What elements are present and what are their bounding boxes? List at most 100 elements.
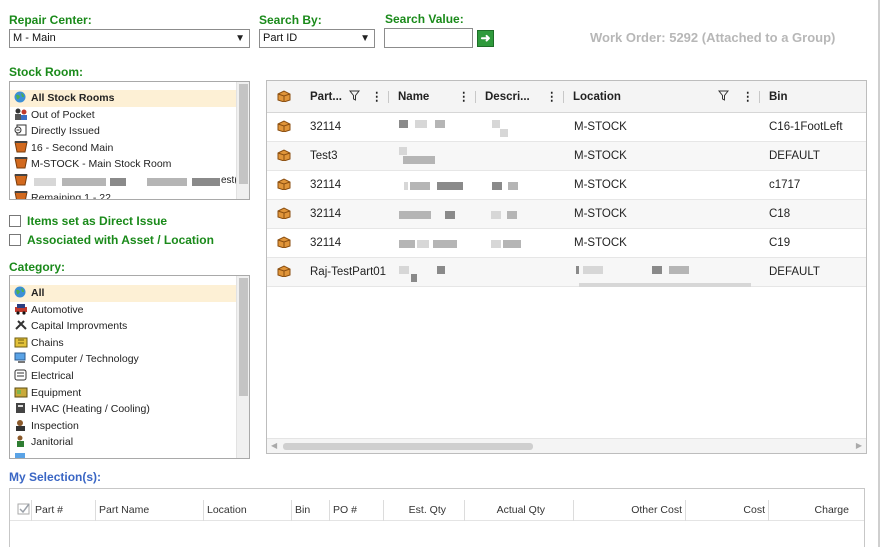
table-row[interactable]: 32114 M-STOCK C18 <box>267 200 866 229</box>
grid-horizontal-scrollbar[interactable]: ◀ ▶ <box>267 438 866 453</box>
redacted-text <box>576 266 579 274</box>
column-header-description[interactable]: Descri... <box>485 81 530 113</box>
repair-center-value: M - Main <box>13 32 56 44</box>
category-item[interactable]: Capital Improvments <box>10 318 236 335</box>
search-value-input[interactable] <box>384 28 473 48</box>
selection-table[interactable]: Part # Part Name Location Bin PO # Est. … <box>9 488 865 547</box>
stock-room-item[interactable]: est( <box>10 173 238 190</box>
column-header-actual-qty[interactable]: Actual Qty <box>464 500 573 521</box>
column-separator <box>759 91 760 103</box>
equipment-icon <box>14 387 28 398</box>
redacted-text <box>417 240 429 248</box>
column-separator <box>388 91 389 103</box>
search-by-value: Part ID <box>263 32 298 44</box>
category-item[interactable]: Automotive <box>10 302 236 319</box>
category-item[interactable]: Computer / Technology <box>10 351 236 368</box>
stock-room-item[interactable]: All Stock Rooms <box>10 90 236 107</box>
stock-room-item[interactable]: 16 - Second Main <box>10 140 236 157</box>
category-item[interactable]: HVAC (Heating / Cooling) <box>10 401 236 418</box>
cell-bin: DEFAULT <box>769 150 820 162</box>
category-scrollbar[interactable] <box>236 276 249 458</box>
category-item[interactable]: All <box>10 285 236 302</box>
redacted-text <box>110 177 126 186</box>
scroll-right-icon[interactable]: ▶ <box>856 441 862 450</box>
generic-icon <box>15 452 25 458</box>
cell-location: M-STOCK <box>574 237 627 249</box>
column-header-part-name[interactable]: Part Name <box>95 500 203 521</box>
scroll-left-icon[interactable]: ◀ <box>271 441 277 450</box>
redacted-text <box>34 177 56 186</box>
column-header-charge[interactable]: Charge <box>768 500 852 521</box>
category-item[interactable]: Janitorial <box>10 434 236 451</box>
associated-asset-label: Associated with Asset / Location <box>27 233 214 247</box>
redacted-text <box>507 211 517 219</box>
direct-issue-checkbox[interactable] <box>9 215 21 227</box>
grid-header-box-icon <box>277 81 291 113</box>
category-item[interactable]: Chains <box>10 335 236 352</box>
column-header-part-number[interactable]: Part # <box>31 500 95 521</box>
column-header-bin[interactable]: Bin <box>769 81 788 113</box>
chevron-down-icon: ▼ <box>235 33 245 44</box>
table-row[interactable]: 32114 M-STOCK C19 <box>267 229 866 258</box>
redacted-text <box>399 240 415 248</box>
bin-icon <box>14 140 28 153</box>
redacted-text <box>579 283 751 287</box>
cell-location: M-STOCK <box>574 121 627 133</box>
table-row[interactable]: 32114 M-STOCK C16-1FootLeft <box>267 113 866 142</box>
column-header-location[interactable]: Location <box>573 81 621 113</box>
redacted-text <box>508 182 518 190</box>
column-header-part[interactable]: Part... <box>310 81 342 113</box>
stock-room-item[interactable]: M-STOCK - Main Stock Room <box>10 156 236 173</box>
filter-icon[interactable] <box>717 81 730 113</box>
my-selections-label: My Selection(s): <box>9 470 102 484</box>
stock-room-item[interactable]: Directly Issued <box>10 123 236 140</box>
scrollbar-thumb[interactable] <box>239 278 248 396</box>
column-header-name[interactable]: Name <box>398 81 429 113</box>
search-by-label: Search By: <box>259 13 322 27</box>
redacted-text <box>492 182 502 190</box>
redacted-text <box>445 211 455 219</box>
column-menu-icon[interactable]: ⋮ <box>458 81 470 113</box>
search-go-button[interactable]: ➜ <box>477 30 494 47</box>
scrollbar-thumb[interactable] <box>239 84 248 184</box>
people-icon <box>15 108 27 120</box>
column-header-po[interactable]: PO # <box>329 500 383 521</box>
category-item[interactable]: Electrical <box>10 368 236 385</box>
arrow-right-icon: ➜ <box>480 31 491 45</box>
cell-bin: C19 <box>769 237 791 249</box>
scrollbar-thumb[interactable] <box>283 443 533 450</box>
box-icon <box>277 142 291 171</box>
category-item[interactable]: Equipment <box>10 385 236 402</box>
column-header-other-cost[interactable]: Other Cost <box>573 500 685 521</box>
parts-grid[interactable]: Part... ⋮ Name ⋮ Descri... ⋮ Location ⋮ … <box>266 80 867 454</box>
table-row[interactable]: 32114 M-STOCK c1717 <box>267 171 866 200</box>
bin-icon <box>14 190 28 199</box>
redacted-text <box>652 266 662 274</box>
column-menu-icon[interactable]: ⋮ <box>742 81 754 113</box>
redacted-text <box>500 129 508 137</box>
category-item[interactable]: Inspection <box>10 418 236 435</box>
redacted-text <box>411 274 417 282</box>
category-listbox[interactable]: All Automotive Capital Improvments Chain… <box>9 275 250 459</box>
category-item[interactable] <box>10 451 236 458</box>
filter-icon[interactable] <box>348 81 361 113</box>
column-menu-icon[interactable]: ⋮ <box>371 81 383 113</box>
stock-room-label: Stock Room: <box>9 65 84 79</box>
associated-asset-checkbox[interactable] <box>9 234 21 246</box>
column-header-bin[interactable]: Bin <box>291 500 329 521</box>
table-row[interactable]: Test3 M-STOCK DEFAULT <box>267 142 866 171</box>
stock-room-item[interactable]: Out of Pocket <box>10 107 236 124</box>
table-row[interactable]: Raj-TestPart01 DEFAULT <box>267 258 866 287</box>
column-menu-icon[interactable]: ⋮ <box>546 81 558 113</box>
column-header-cost[interactable]: Cost <box>685 500 768 521</box>
janitorial-icon <box>17 435 24 448</box>
stock-room-scrollbar[interactable] <box>236 82 249 199</box>
repair-center-select[interactable]: M - Main ▼ <box>9 29 250 48</box>
column-header-location[interactable]: Location <box>203 500 291 521</box>
redacted-text <box>399 211 431 219</box>
column-header-est-qty[interactable]: Est. Qty <box>383 500 464 521</box>
search-by-select[interactable]: Part ID ▼ <box>259 29 375 48</box>
stock-room-item[interactable]: Remaining 1 - 22 <box>10 190 236 199</box>
box-icon <box>277 171 291 200</box>
stock-room-listbox[interactable]: All Stock Rooms Out of Pocket Directly I… <box>9 81 250 200</box>
